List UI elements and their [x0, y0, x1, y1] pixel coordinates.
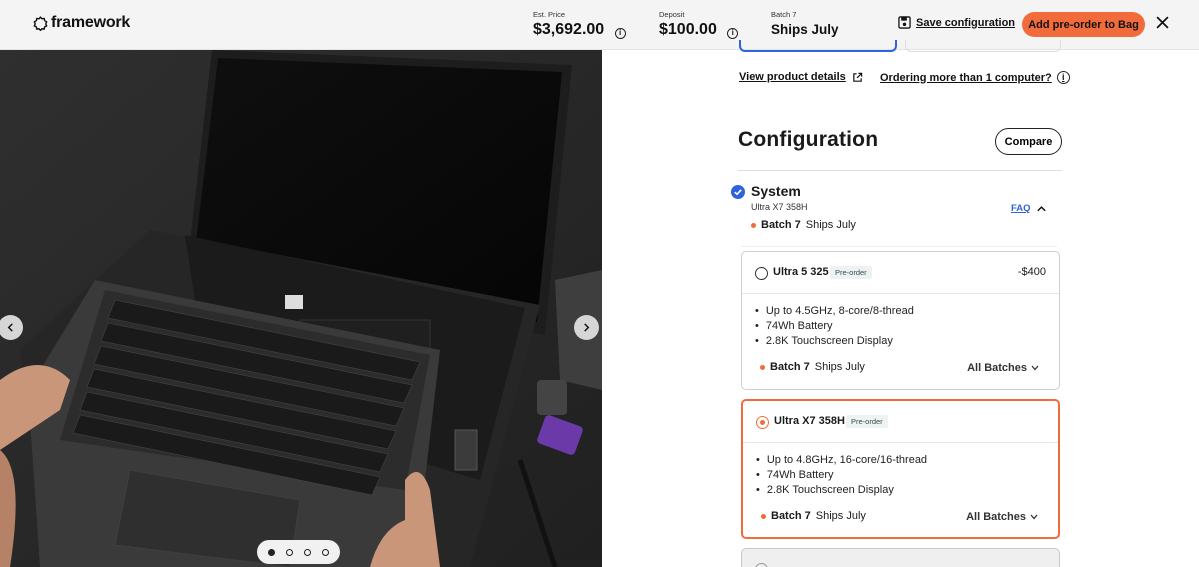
- all-batches-label: All Batches: [966, 511, 1026, 523]
- est-price-label: Est. Price: [533, 10, 566, 19]
- carousel-dot[interactable]: [304, 548, 311, 556]
- carousel-dot[interactable]: [268, 548, 275, 556]
- ship-date: Ships July: [814, 361, 865, 373]
- processor-option-ultra-5-325[interactable]: Ultra 5 325 Pre-order -$400 Up to 4.5GHz…: [741, 251, 1060, 390]
- info-icon[interactable]: i: [727, 28, 739, 39]
- est-price: Est. Price $3,692.00 i: [533, 10, 626, 39]
- info-icon: i: [1056, 71, 1070, 84]
- carousel-dot[interactable]: [286, 548, 293, 556]
- option-batch-info: Batch 7 Ships July: [760, 361, 865, 373]
- batch-label: Batch 7: [770, 361, 810, 373]
- framework-logo[interactable]: framework: [33, 14, 130, 32]
- ship-date: Ships July: [805, 219, 856, 231]
- status-dot-icon: [761, 513, 766, 519]
- option-header: Ultra X7 358H Pre-order: [743, 401, 1058, 443]
- option-price-delta: -$400: [1017, 266, 1046, 278]
- feature-list: Up to 4.5GHz, 8-core/8-thread 74Wh Batte…: [742, 294, 1059, 349]
- brand-name: framework: [51, 14, 131, 31]
- faq-link[interactable]: FAQ: [1011, 203, 1031, 214]
- all-batches-dropdown[interactable]: All Batches: [967, 362, 1039, 374]
- option-body: Up to 4.8GHz, 16-core/16-thread 74Wh Bat…: [743, 443, 1058, 523]
- status-dot-icon: [760, 364, 765, 370]
- deposit-label: Deposit: [659, 10, 685, 19]
- option-name: Ultra X7 358H: [774, 415, 845, 427]
- feature-list: Up to 4.8GHz, 16-core/16-thread 74Wh Bat…: [743, 443, 1058, 498]
- radio-button[interactable]: [755, 267, 768, 280]
- option-body: Up to 4.5GHz, 8-core/8-thread 74Wh Batte…: [742, 294, 1059, 374]
- save-icon: [898, 16, 911, 29]
- ship-date: Ships July: [815, 510, 866, 522]
- feature-item: 74Wh Battery: [756, 468, 1058, 483]
- processor-option-ultra-x7-358h[interactable]: Ultra X7 358H Pre-order Up to 4.8GHz, 16…: [741, 399, 1060, 539]
- carousel-next-button[interactable]: [574, 315, 599, 340]
- option-batch-info: Batch 7 Ships July: [761, 510, 866, 522]
- chevron-left-icon: [7, 323, 13, 332]
- deposit: Deposit $100.00 i: [659, 10, 739, 39]
- option-header: Ultra 5 325 Pre-order -$400: [742, 252, 1059, 294]
- all-batches-dropdown[interactable]: All Batches: [966, 511, 1038, 523]
- save-configuration-label: Save configuration: [916, 16, 1016, 29]
- feature-item: 2.8K Touchscreen Display: [756, 483, 1058, 498]
- deposit-value: $100.00: [659, 21, 717, 38]
- save-configuration-button[interactable]: Save configuration: [898, 16, 1015, 29]
- processor-option-next[interactable]: [741, 548, 1060, 567]
- chevron-up-icon[interactable]: [1036, 204, 1047, 213]
- system-batch-info: Batch 7 Ships July: [751, 219, 856, 231]
- ordering-multiple-label: Ordering more than 1 computer?: [880, 71, 1052, 84]
- framework-gear-icon: [33, 15, 48, 31]
- feature-item: 2.8K Touchscreen Display: [755, 334, 1059, 349]
- batch-ship-date: Ships July: [771, 22, 839, 37]
- system-selected-value: Ultra X7 358H: [751, 202, 808, 212]
- batch-label: Batch 7: [771, 510, 811, 522]
- radio-button[interactable]: [755, 563, 768, 567]
- feature-item: Up to 4.8GHz, 16-core/16-thread: [756, 453, 1058, 468]
- batch-label: Batch 7: [761, 219, 801, 231]
- view-product-details-label: View product details: [739, 71, 846, 83]
- batch-info: Batch 7 Ships July: [771, 10, 839, 39]
- est-price-value: $3,692.00: [533, 21, 605, 38]
- system-section-title: System: [751, 183, 801, 199]
- batch-label: Batch 7: [771, 10, 797, 19]
- selected-tab-edge[interactable]: [739, 40, 897, 52]
- check-circle-icon: [731, 185, 745, 199]
- tab-edge[interactable]: [905, 40, 1061, 52]
- configuration-title: Configuration: [738, 128, 879, 151]
- chevron-down-icon: [1030, 514, 1038, 520]
- divider: [738, 170, 1062, 171]
- view-product-details-link[interactable]: View product details: [739, 71, 863, 83]
- laptop-photo: [0, 50, 602, 567]
- add-pre-order-button[interactable]: Add pre-order to Bag: [1022, 12, 1145, 37]
- carousel-pagination: [257, 540, 340, 564]
- option-name: Ultra 5 325: [773, 266, 829, 278]
- ordering-multiple-link[interactable]: Ordering more than 1 computer? i: [880, 71, 1070, 84]
- status-dot-icon: [751, 222, 756, 228]
- feature-item: Up to 4.5GHz, 8-core/8-thread: [755, 304, 1059, 319]
- chevron-down-icon: [1031, 365, 1039, 371]
- chevron-right-icon: [584, 323, 590, 332]
- close-icon[interactable]: [1156, 16, 1169, 29]
- compare-button[interactable]: Compare: [995, 128, 1062, 155]
- all-batches-label: All Batches: [967, 362, 1027, 374]
- external-link-icon: [853, 72, 863, 82]
- info-icon[interactable]: i: [614, 28, 626, 39]
- pre-order-badge: Pre-order: [846, 415, 888, 428]
- carousel-dot[interactable]: [322, 548, 329, 556]
- feature-item: 74Wh Battery: [755, 319, 1059, 334]
- product-image-carousel: [0, 50, 602, 567]
- pre-order-badge: Pre-order: [830, 266, 872, 279]
- radio-button-selected[interactable]: [756, 416, 769, 429]
- divider: [741, 246, 1057, 247]
